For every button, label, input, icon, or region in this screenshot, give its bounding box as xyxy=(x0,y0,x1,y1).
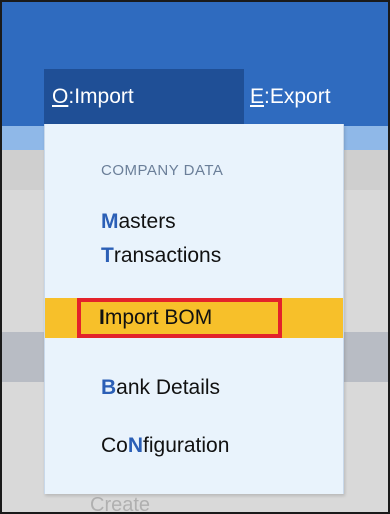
configuration-prefix: Co xyxy=(101,434,128,457)
import-bom-label: mport BOM xyxy=(104,306,213,329)
menu-item-bank-details[interactable]: Bank Details xyxy=(101,376,220,400)
menu-item-masters[interactable]: Masters xyxy=(101,210,176,234)
import-label: Import xyxy=(74,85,134,108)
transactions-hotkey: T xyxy=(101,244,114,267)
menu-item-transactions[interactable]: Transactions xyxy=(101,244,221,268)
masters-hotkey: M xyxy=(101,210,119,233)
menu-import[interactable]: O: Import xyxy=(44,69,244,125)
masters-label: asters xyxy=(118,210,176,233)
transactions-label: ransactions xyxy=(113,244,222,267)
import-dropdown-menu: COMPANY DATA Masters Transactions Import… xyxy=(44,124,344,494)
export-hotkey: E xyxy=(250,85,265,108)
import-hotkey: O xyxy=(52,85,69,108)
app-window: Create O: Import E: Export COMPANY DATA … xyxy=(0,0,390,514)
section-header-company-data: COMPANY DATA xyxy=(101,162,224,179)
configuration-label: figuration xyxy=(143,434,230,457)
configuration-hotkey: N xyxy=(127,434,144,457)
menu-item-import-bom[interactable]: Import BOM xyxy=(77,298,282,338)
bank-details-hotkey: B xyxy=(101,376,117,399)
menu-export[interactable]: E: Export xyxy=(242,69,388,125)
bank-details-label: ank Details xyxy=(116,376,221,399)
background-create-label: Create xyxy=(90,494,151,514)
export-label: Export xyxy=(269,85,331,108)
menu-item-configuration[interactable]: CoNfiguration xyxy=(101,434,229,458)
